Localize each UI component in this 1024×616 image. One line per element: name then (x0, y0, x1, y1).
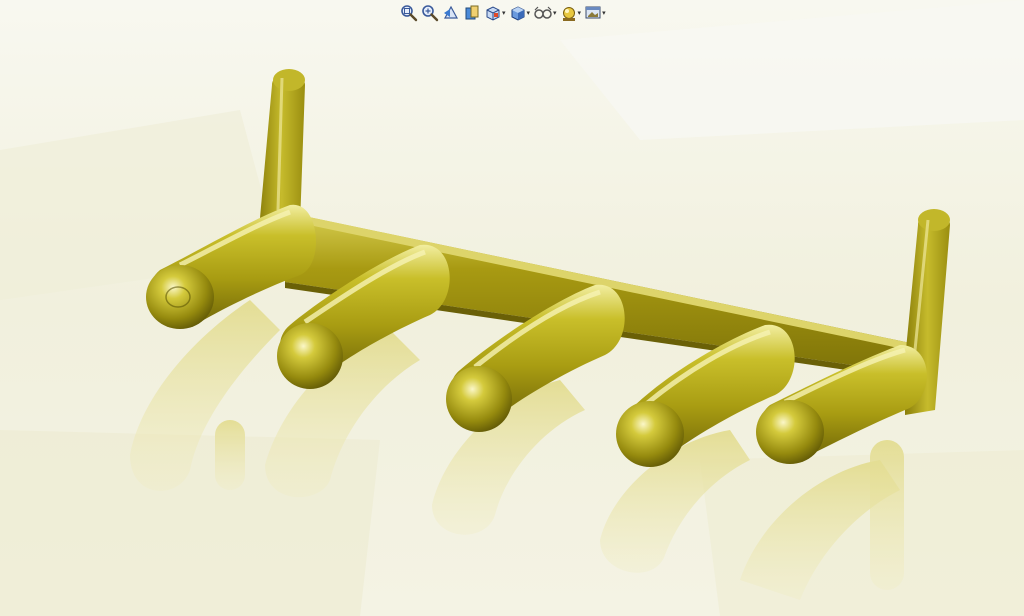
view-orientation-button[interactable]: ▾ (484, 3, 506, 23)
section-view-button[interactable] (463, 3, 481, 23)
chevron-down-icon: ▾ (502, 8, 506, 17)
graphics-viewport[interactable]: ▾ ▾ ▾ ▾ ▾ (0, 0, 1024, 616)
model-scene[interactable] (0, 0, 1024, 616)
chevron-down-icon: ▾ (602, 8, 606, 17)
heads-up-view-toolbar: ▾ ▾ ▾ ▾ ▾ (400, 2, 606, 24)
hide-show-items-button[interactable]: ▾ (533, 3, 557, 23)
display-style-icon (511, 6, 525, 21)
zoom-to-area-button[interactable] (421, 3, 439, 23)
zoom-to-fit-icon (401, 5, 418, 22)
chevron-down-icon: ▾ (553, 8, 557, 17)
edit-appearance-button[interactable]: ▾ (560, 3, 582, 23)
hide-show-items-icon (534, 6, 552, 19)
apply-scene-icon (585, 6, 601, 19)
display-style-button[interactable]: ▾ (509, 3, 531, 23)
chevron-down-icon: ▾ (526, 8, 531, 17)
edit-appearance-icon (562, 7, 575, 21)
section-view-icon (465, 5, 479, 20)
zoom-to-area-icon (422, 5, 439, 22)
zoom-to-fit-button[interactable] (400, 3, 418, 23)
previous-view-button[interactable] (442, 3, 460, 23)
view-orientation-icon (486, 6, 500, 21)
previous-view-icon (443, 5, 459, 19)
apply-scene-button[interactable]: ▾ (584, 3, 606, 23)
chevron-down-icon: ▾ (577, 8, 582, 17)
